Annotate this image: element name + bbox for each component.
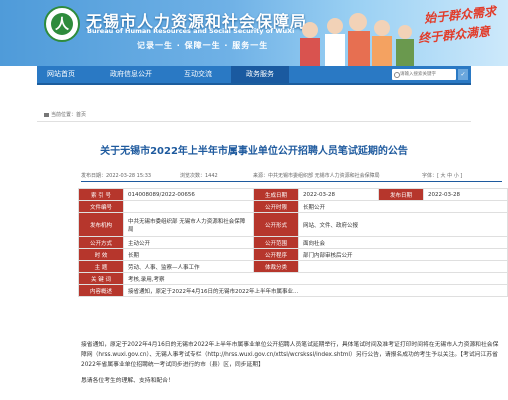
article-title: 关于无锡市2022年上半年市属事业单位公开招聘人员笔试延期的公告 bbox=[100, 146, 408, 157]
cell-label: 内容概述 bbox=[78, 284, 124, 297]
cell-label: 公开方式 bbox=[78, 236, 124, 249]
publish-date: 发布日期：2022-03-28 15:33 bbox=[81, 173, 152, 179]
cell-label: 体裁分类 bbox=[253, 260, 299, 273]
cell-value: 网站、文件、政府公报 bbox=[298, 212, 508, 237]
font-size-switch[interactable]: 字体：[ 大 中 小 ] bbox=[422, 172, 462, 179]
cell-value bbox=[123, 200, 254, 213]
cell-label: 文件编号 bbox=[78, 200, 124, 213]
title-divider bbox=[81, 181, 502, 182]
cell-label: 发布日期 bbox=[378, 188, 424, 201]
cell-value: 2022-03-28 bbox=[298, 188, 379, 201]
cell-value: 长期公开 bbox=[298, 200, 508, 213]
cell-value bbox=[298, 260, 508, 273]
cell-label: 公开时限 bbox=[253, 200, 299, 213]
cell-value: 接省通知，原定于2022年4月16日的无锡市2022年上半年市属事业... bbox=[123, 284, 508, 297]
cell-value: 考核,录用,考察 bbox=[123, 272, 508, 285]
cell-label: 关 键 词 bbox=[78, 272, 124, 285]
cell-value: 长期 bbox=[123, 248, 254, 261]
cell-value: 2022-03-28 bbox=[423, 188, 508, 201]
article-body: 接省通知，原定于2022年4月16日的无锡市2022年上半年市属事业单位公开招聘… bbox=[81, 340, 501, 386]
table-row: 发布机构 中共无锡市委组织部 无锡市人力资源和社会保障局 公开形式 网站、文件、… bbox=[78, 212, 508, 237]
cell-value: 014008089/2022-00656 bbox=[123, 188, 254, 201]
cell-value: 面向社会 bbox=[298, 236, 508, 249]
view-count: 浏览次数：1442 bbox=[180, 173, 218, 179]
table-row: 主 题 劳动、人事、监察—人事工作 体裁分类 bbox=[78, 260, 508, 273]
table-row: 时 效 长期 公开程序 部门内部审核后公开 bbox=[78, 248, 508, 261]
article-source: 来源：中共无锡市委组织部 无锡市人力资源和社会保障局 bbox=[253, 173, 380, 179]
cell-label: 生成日期 bbox=[253, 188, 299, 201]
cell-label: 索 引 号 bbox=[78, 188, 124, 201]
cell-value: 中共无锡市委组织部 无锡市人力资源和社会保障局 bbox=[123, 212, 254, 237]
table-row: 索 引 号 014008089/2022-00656 生成日期 2022-03-… bbox=[78, 188, 508, 201]
cell-label: 公开程序 bbox=[253, 248, 299, 261]
table-row: 关 键 词 考核,录用,考察 bbox=[78, 272, 508, 285]
cell-label: 公开范围 bbox=[253, 236, 299, 249]
table-row: 内容概述 接省通知，原定于2022年4月16日的无锡市2022年上半年市属事业.… bbox=[78, 284, 508, 297]
cell-value: 部门内部审核后公开 bbox=[298, 248, 508, 261]
table-row: 公开方式 主动公开 公开范围 面向社会 bbox=[78, 236, 508, 249]
cell-label: 公开形式 bbox=[253, 212, 299, 237]
table-row: 文件编号 公开时限 长期公开 bbox=[78, 200, 508, 213]
cell-label: 发布机构 bbox=[78, 212, 124, 237]
cell-value: 劳动、人事、监察—人事工作 bbox=[123, 260, 254, 273]
cell-label: 时 效 bbox=[78, 248, 124, 261]
info-table: 索 引 号 014008089/2022-00656 生成日期 2022-03-… bbox=[78, 188, 508, 297]
body-paragraph: 接省通知，原定于2022年4月16日的无锡市2022年上半年市属事业单位公开招聘… bbox=[81, 342, 499, 368]
cell-value: 主动公开 bbox=[123, 236, 254, 249]
cell-label: 主 题 bbox=[78, 260, 124, 273]
article: 关于无锡市2022年上半年市属事业单位公开招聘人员笔试延期的公告 发布日期：20… bbox=[37, 0, 508, 384]
body-paragraph: 恳请各位考生的理解、支持和配合！ bbox=[81, 378, 174, 384]
